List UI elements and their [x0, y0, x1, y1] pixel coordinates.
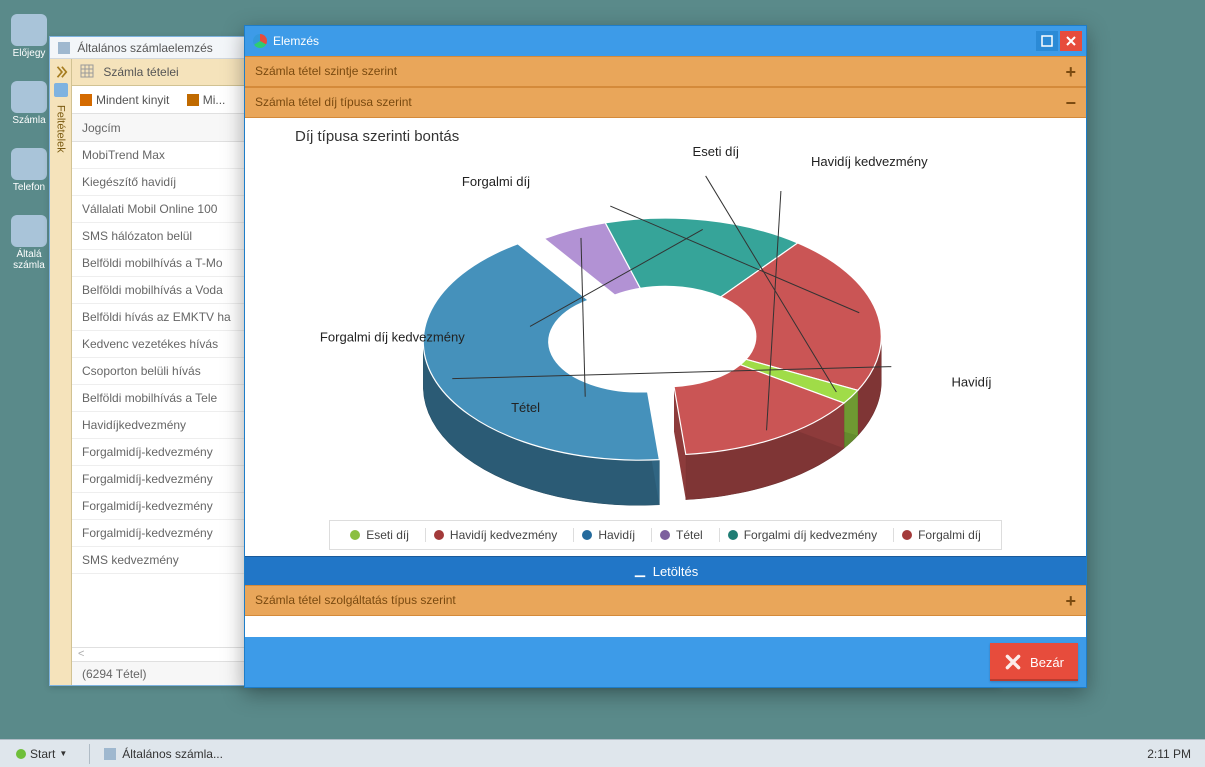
user-icon: [11, 81, 47, 113]
app-icon: [104, 748, 116, 760]
desktop-icon[interactable]: Számla: [8, 81, 50, 126]
chart-logo-icon: [253, 34, 267, 48]
legend-item[interactable]: Tétel: [651, 528, 711, 542]
collapse-sidebar-button[interactable]: [54, 65, 68, 79]
close-icon: [1004, 653, 1022, 671]
close-button[interactable]: Bezár: [990, 643, 1078, 681]
taskbar: Start ▼ Általános számla... 2:11 PM: [0, 739, 1205, 767]
phone-icon: [11, 14, 47, 46]
legend-item[interactable]: Havidíj kedvezmény: [425, 528, 565, 542]
filter-icon: [54, 83, 68, 97]
start-icon: [16, 749, 26, 759]
legend-dot: [350, 530, 360, 540]
legend-item[interactable]: Forgalmi díj: [893, 528, 989, 542]
legend-dot: [728, 530, 738, 540]
book-icon: [11, 215, 47, 247]
svg-text:Eseti díj: Eseti díj: [693, 145, 739, 159]
device-icon: [11, 148, 47, 180]
taskbar-clock: 2:11 PM: [1141, 747, 1197, 761]
svg-text:Forgalmi díj: Forgalmi díj: [462, 174, 530, 189]
dialog-titlebar[interactable]: Elemzés: [245, 26, 1086, 56]
svg-text:Tétel: Tétel: [511, 400, 540, 415]
taskbar-task[interactable]: Általános számla...: [104, 747, 223, 761]
expand-all-button[interactable]: Mindent kinyit: [80, 86, 169, 114]
minus-icon: −: [1065, 94, 1076, 112]
collapse-all-button[interactable]: Mi...: [187, 86, 226, 114]
accordion-service-type[interactable]: Számla tétel szolgáltatás típus szerint …: [245, 585, 1086, 616]
legend-label: Havidíj: [598, 528, 635, 542]
divider: [89, 744, 90, 764]
window-title: Általános számlaelemzés: [77, 41, 212, 55]
legend-label: Forgalmi díj: [918, 528, 981, 542]
desktop-icon[interactable]: Előjegy: [8, 14, 50, 59]
window-close-button[interactable]: [1060, 31, 1082, 51]
svg-text:Havidíj kedvezmény: Havidíj kedvezmény: [811, 154, 928, 169]
expand-icon: [80, 94, 92, 106]
legend-dot: [660, 530, 670, 540]
collapse-icon: [187, 94, 199, 106]
download-button[interactable]: Letöltés: [245, 556, 1086, 585]
legend-dot: [582, 530, 592, 540]
accordion-level[interactable]: Számla tétel szintje szerint +: [245, 56, 1086, 87]
chart-pane: Díj típusa szerinti bontás Havidíj Tétel F…: [245, 118, 1086, 556]
plus-icon: +: [1065, 592, 1076, 610]
chart-title: Díj típusa szerinti bontás: [249, 122, 1082, 145]
legend-item[interactable]: Forgalmi díj kedvezmény: [719, 528, 885, 542]
plus-icon: +: [1065, 63, 1076, 81]
accordion-fee-type[interactable]: Számla tétel díj típusa szerint −: [245, 87, 1086, 118]
dialog-title: Elemzés: [273, 34, 319, 48]
desktop-icon-column: Előjegy Számla Telefon Általá számla: [8, 14, 50, 293]
legend-label: Havidíj kedvezmény: [450, 528, 557, 542]
legend-label: Forgalmi díj kedvezmény: [744, 528, 877, 542]
grid-icon: [80, 61, 94, 88]
desktop-icon[interactable]: Általá számla: [8, 215, 50, 271]
chart-legend: Eseti díj Havidíj kedvezmény Havidíj Tétel F…: [329, 520, 1002, 550]
start-button[interactable]: Start ▼: [8, 747, 75, 761]
legend-dot: [434, 530, 444, 540]
legend-label: Tétel: [676, 528, 703, 542]
desktop-icon[interactable]: Telefon: [8, 148, 50, 193]
maximize-button[interactable]: [1036, 31, 1058, 51]
sidebar: Feltételek: [50, 59, 72, 685]
analysis-dialog: Elemzés Számla tétel szintje szerint + S…: [244, 25, 1087, 688]
legend-label: Eseti díj: [366, 528, 409, 542]
donut-chart: Havidíj Tétel Forgalmi díj kedvezmény Forga…: [249, 145, 1082, 518]
sidebar-label: Feltételek: [55, 105, 67, 153]
dialog-footer: Bezár: [245, 637, 1086, 687]
window-icon: [58, 42, 70, 54]
legend-dot: [902, 530, 912, 540]
legend-item[interactable]: Havidíj: [573, 528, 643, 542]
download-icon: [633, 564, 647, 578]
chevron-down-icon: ▼: [59, 749, 67, 758]
svg-text:Forgalmi díj kedvezmény: Forgalmi díj kedvezmény: [320, 330, 465, 345]
legend-item[interactable]: Eseti díj: [342, 528, 417, 542]
svg-text:Havidíj: Havidíj: [952, 375, 992, 390]
